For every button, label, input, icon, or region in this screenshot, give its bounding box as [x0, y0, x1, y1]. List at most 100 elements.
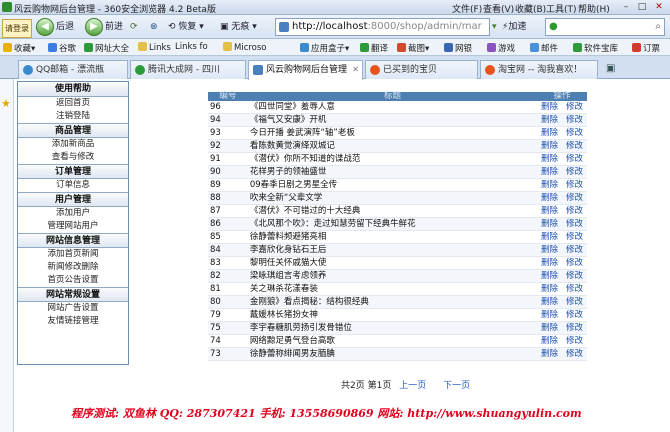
- fav-tickets[interactable]: 订票: [632, 42, 660, 54]
- edit-link[interactable]: 修改: [566, 141, 583, 151]
- edit-link[interactable]: 修改: [566, 323, 583, 333]
- delete-link[interactable]: 删除: [541, 297, 558, 307]
- menu-item[interactable]: 新闻修改删除: [18, 261, 128, 274]
- delete-link[interactable]: 删除: [541, 284, 558, 294]
- delete-link[interactable]: 删除: [541, 102, 558, 112]
- new-tab-icon[interactable]: ▣: [606, 63, 615, 74]
- tab-admin[interactable]: 风云购物网后台管理 ✕: [248, 60, 363, 80]
- fav-screenshot[interactable]: 截图▾: [397, 42, 429, 54]
- menu-item[interactable]: 网站广告设置: [18, 302, 128, 315]
- stop-icon[interactable]: ⊗: [150, 18, 158, 36]
- delete-link[interactable]: 删除: [541, 206, 558, 216]
- prev-page-link[interactable]: 上一页: [399, 381, 426, 391]
- delete-link[interactable]: 删除: [541, 258, 558, 268]
- no-trace-button[interactable]: ▣ 无痕 ▾: [220, 18, 257, 36]
- delete-link[interactable]: 删除: [541, 115, 558, 125]
- search-icon[interactable]: ⌕: [655, 21, 661, 32]
- delete-link[interactable]: 删除: [541, 128, 558, 138]
- delete-link[interactable]: 删除: [541, 323, 558, 333]
- menu-view[interactable]: 查看(V): [483, 2, 514, 15]
- menu-tools[interactable]: 工具(T): [546, 2, 577, 15]
- tab-qq-mail[interactable]: QQ邮箱 - 漂流瓶: [18, 60, 128, 79]
- menu-item[interactable]: 返回首页: [18, 97, 128, 110]
- fav-links[interactable]: Links: [138, 42, 171, 53]
- back-icon[interactable]: ◀: [36, 18, 54, 36]
- dropdown-icon[interactable]: ▾: [492, 18, 497, 36]
- menu-item[interactable]: 管理网站用户: [18, 220, 128, 233]
- edit-link[interactable]: 修改: [566, 206, 583, 216]
- delete-link[interactable]: 删除: [541, 154, 558, 164]
- menu-section-header: 网站信息管理: [18, 233, 128, 248]
- favorites-menu[interactable]: 收藏▾: [3, 42, 35, 54]
- menu-item[interactable]: 添加首页新闻: [18, 248, 128, 261]
- menu-item[interactable]: 订单信息: [18, 179, 128, 192]
- login-button[interactable]: 请登录: [2, 19, 32, 38]
- fav-app-box[interactable]: 应用盒子▾: [300, 42, 349, 54]
- edit-link[interactable]: 修改: [566, 310, 583, 320]
- delete-link[interactable]: 删除: [541, 141, 558, 151]
- edit-link[interactable]: 修改: [566, 349, 583, 359]
- edit-link[interactable]: 修改: [566, 271, 583, 281]
- edit-link[interactable]: 修改: [566, 167, 583, 177]
- favorites-star-icon[interactable]: ★: [1, 97, 11, 110]
- fav-software[interactable]: 软件宝库: [573, 42, 618, 54]
- fav-google[interactable]: 谷歌: [48, 42, 76, 54]
- delete-link[interactable]: 删除: [541, 271, 558, 281]
- menu-file[interactable]: 文件(F): [452, 2, 482, 15]
- row-delete-cell: 删除: [537, 282, 563, 297]
- delete-link[interactable]: 删除: [541, 245, 558, 255]
- edit-link[interactable]: 修改: [566, 284, 583, 294]
- fav-translate[interactable]: 翻译: [360, 42, 388, 54]
- fav-microsoft[interactable]: Microso: [223, 42, 267, 53]
- maximize-icon[interactable]: □: [634, 1, 650, 13]
- menu-favorites[interactable]: 收藏(B): [515, 2, 546, 15]
- menu-item[interactable]: 查看与修改: [18, 151, 128, 164]
- delete-link[interactable]: 删除: [541, 310, 558, 320]
- edit-link[interactable]: 修改: [566, 115, 583, 125]
- fav-sites[interactable]: 网址大全: [84, 42, 129, 54]
- address-bar[interactable]: http://localhost:8000/shop/admin/mar: [275, 18, 490, 36]
- edit-link[interactable]: 修改: [566, 245, 583, 255]
- delete-link[interactable]: 删除: [541, 219, 558, 229]
- delete-link[interactable]: 删除: [541, 180, 558, 190]
- restore-button[interactable]: ⟲ 恢复 ▾: [168, 18, 204, 36]
- forward-icon[interactable]: ▶: [85, 18, 103, 36]
- refresh-icon[interactable]: ⟳: [130, 18, 138, 36]
- edit-link[interactable]: 修改: [566, 128, 583, 138]
- edit-link[interactable]: 修改: [566, 258, 583, 268]
- delete-link[interactable]: 删除: [541, 349, 558, 359]
- menu-item[interactable]: 注销登陆: [18, 110, 128, 123]
- edit-link[interactable]: 修改: [566, 154, 583, 164]
- menu-item[interactable]: 添加新商品: [18, 138, 128, 151]
- tab-qq-sichuan[interactable]: 腾讯大成网 - 四川: [130, 60, 246, 79]
- fav-games[interactable]: 游戏: [487, 42, 515, 54]
- delete-link[interactable]: 删除: [541, 193, 558, 203]
- fav-mail[interactable]: 邮件: [530, 42, 558, 54]
- back-label[interactable]: 后退: [56, 18, 74, 36]
- menu-help[interactable]: 帮助(H): [578, 2, 610, 15]
- edit-link[interactable]: 修改: [566, 180, 583, 190]
- close-tab-icon[interactable]: ✕: [352, 61, 359, 79]
- edit-link[interactable]: 修改: [566, 336, 583, 346]
- edit-link[interactable]: 修改: [566, 219, 583, 229]
- tab-taobao[interactable]: 淘宝网 -- 淘我喜欢！: [480, 60, 598, 79]
- accelerate-button[interactable]: ⚡加速: [502, 18, 526, 36]
- menu-item[interactable]: 友情链接管理: [18, 315, 128, 328]
- delete-link[interactable]: 删除: [541, 336, 558, 346]
- fav-links-for[interactable]: Links fo: [175, 42, 208, 52]
- tab-taobao-bought[interactable]: 已买到的宝贝: [365, 60, 478, 79]
- delete-link[interactable]: 删除: [541, 167, 558, 177]
- delete-link[interactable]: 删除: [541, 232, 558, 242]
- forward-label[interactable]: 前进: [105, 18, 123, 36]
- menu-item[interactable]: 首页公告设置: [18, 274, 128, 287]
- next-page-link[interactable]: 下一页: [443, 381, 470, 391]
- edit-link[interactable]: 修改: [566, 193, 583, 203]
- edit-link[interactable]: 修改: [566, 297, 583, 307]
- edit-link[interactable]: 修改: [566, 102, 583, 112]
- fav-bank[interactable]: 网银: [444, 42, 472, 54]
- close-icon[interactable]: ✕: [651, 1, 667, 13]
- menu-item[interactable]: 添加用户: [18, 207, 128, 220]
- search-input[interactable]: ● ⌕: [545, 18, 665, 36]
- edit-link[interactable]: 修改: [566, 232, 583, 242]
- minimize-icon[interactable]: –: [618, 1, 634, 13]
